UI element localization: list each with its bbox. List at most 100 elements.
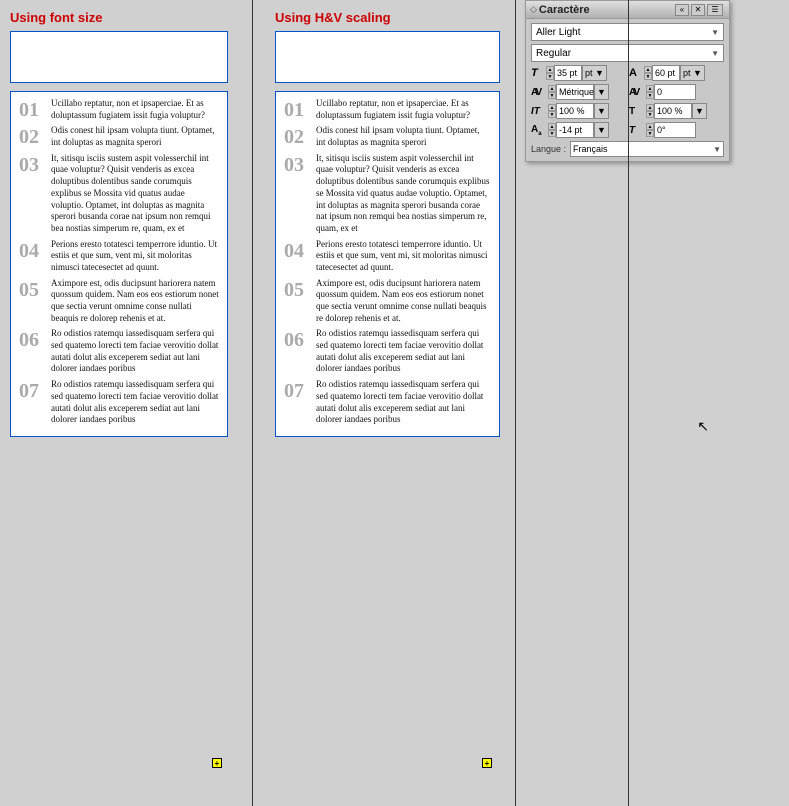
kerning-type-dropdown[interactable]: ▼ — [594, 84, 609, 100]
baseline-input[interactable]: -14 pt — [556, 122, 594, 138]
skew-icon: T — [629, 125, 645, 136]
separator — [240, 0, 265, 806]
h-scale-icon: IT — [531, 106, 547, 117]
kerning-type-down[interactable]: ▼ — [548, 92, 556, 99]
baseline-spinner[interactable]: ▲ ▼ — [548, 123, 556, 137]
kerning-value-up[interactable]: ▲ — [646, 85, 654, 92]
list-item: 06 Ro odistios ratemqu iassedisquam serf… — [284, 328, 491, 375]
kerning-value-field: AV ▲ ▼ 0 — [629, 84, 724, 100]
h-scale-dropdown[interactable]: ▼ — [594, 103, 609, 119]
v-scale-up[interactable]: ▲ — [646, 104, 654, 111]
cap-height-input[interactable]: 60 pt — [652, 65, 680, 81]
skew-spinner[interactable]: ▲ ▼ — [646, 123, 654, 137]
skew-down[interactable]: ▼ — [646, 130, 654, 137]
list-text: Aximpore est, odis ducipsunt hariorera n… — [316, 278, 491, 325]
h-scale-down[interactable]: ▼ — [548, 111, 556, 118]
kerning-type-up[interactable]: ▲ — [548, 85, 556, 92]
h-scale-input[interactable]: 100 % — [556, 103, 594, 119]
cap-height-field: A ▲ ▼ 60 pt pt ▼ — [629, 65, 724, 81]
language-arrow: ▼ — [713, 145, 721, 154]
kerning-value-down[interactable]: ▼ — [646, 92, 654, 99]
font-size-icon: T — [531, 67, 545, 79]
font-size-input[interactable]: 35 pt — [554, 65, 582, 81]
v-scale-down[interactable]: ▼ — [646, 111, 654, 118]
list-text: Odis conest hil ipsam volupta tiunt. Opt… — [51, 125, 219, 148]
left-numbered-list: 01 Ucillabo reptatur, non et ipsaperciae… — [10, 91, 228, 437]
list-text: Perions eresto totatesci temperrore idun… — [316, 239, 491, 274]
v-scale-icon: T — [629, 106, 645, 117]
h-scale-spinner[interactable]: ▲ ▼ — [548, 104, 556, 118]
list-number: 06 — [284, 330, 316, 350]
list-text: Ro odistios ratemqu iassedisquam serfera… — [316, 328, 491, 375]
cap-height-unit[interactable]: pt ▼ — [680, 65, 705, 81]
baseline-up[interactable]: ▲ — [548, 123, 556, 130]
kerning-value-spinner[interactable]: ▲ ▼ — [646, 85, 654, 99]
list-text: It, sitisqu isciis sustem aspit volesser… — [51, 153, 219, 235]
list-item: 01 Ucillabo reptatur, non et ipsaperciae… — [284, 98, 491, 121]
list-text: Ro odistios ratemqu iassedisquam serfera… — [51, 328, 219, 375]
cap-height-up[interactable]: ▲ — [644, 66, 652, 73]
list-text: Aximpore est, odis ducipsunt hariorera n… — [51, 278, 219, 325]
right-text-frame — [275, 31, 500, 83]
left-overflow-indicator: + — [212, 758, 222, 768]
kerning-type-input[interactable]: Métrique — [556, 84, 594, 100]
font-name-value: Aller Light — [536, 27, 580, 38]
language-dropdown[interactable]: Français ▼ — [570, 141, 724, 157]
language-label: Langue : — [531, 144, 566, 154]
baseline-unit[interactable]: ▼ — [594, 122, 609, 138]
font-size-up[interactable]: ▲ — [546, 66, 554, 73]
font-size-field: T ▲ ▼ 35 pt pt ▼ — [531, 65, 626, 81]
kerning-value-input[interactable]: 0 — [654, 84, 696, 100]
left-panel: Using font size 01 Ucillabo reptatur, no… — [0, 0, 240, 806]
baseline-field: Aa ▲ ▼ -14 pt ▼ — [531, 122, 626, 138]
list-text: Ro odistios ratemqu iassedisquam serfera… — [51, 379, 219, 426]
cap-height-down[interactable]: ▼ — [644, 73, 652, 80]
cap-height-spinner[interactable]: ▲ ▼ — [644, 66, 652, 80]
font-size-spinner[interactable]: ▲ ▼ — [546, 66, 554, 80]
caractere-title: Caractère — [539, 4, 590, 16]
skew-field: T ▲ ▼ 0° — [629, 122, 724, 138]
v-scale-input[interactable]: 100 % — [654, 103, 692, 119]
titlebar-buttons: « ✕ ☰ — [675, 4, 725, 16]
list-item: 07 Ro odistios ratemqu iassedisquam serf… — [19, 379, 219, 426]
menu-button[interactable]: ☰ — [707, 4, 723, 16]
list-number: 05 — [19, 280, 51, 300]
v-scale-dropdown[interactable]: ▼ — [692, 103, 707, 119]
far-right-vline — [628, 0, 629, 806]
kerning-icon: AV — [531, 87, 547, 98]
list-number: 06 — [19, 330, 51, 350]
list-number: 04 — [284, 241, 316, 261]
v-scale-spinner[interactable]: ▲ ▼ — [646, 104, 654, 118]
h-scale-field: IT ▲ ▼ 100 % ▼ — [531, 103, 626, 119]
left-panel-title: Using font size — [10, 10, 230, 25]
diamond-icon: ◇ — [530, 4, 537, 15]
list-number: 02 — [284, 127, 316, 147]
font-style-arrow: ▼ — [711, 49, 719, 58]
h-scale-up[interactable]: ▲ — [548, 104, 556, 111]
kerning-type-spinner[interactable]: ▲ ▼ — [548, 85, 556, 99]
list-number: 07 — [19, 381, 51, 401]
font-size-unit[interactable]: pt ▼ — [582, 65, 607, 81]
right-overflow-indicator: + — [482, 758, 492, 768]
font-size-down[interactable]: ▼ — [546, 73, 554, 80]
list-text: Ucillabo reptatur, non et ipsaperciae. E… — [51, 98, 219, 121]
main-area: Using font size 01 Ucillabo reptatur, no… — [0, 0, 789, 806]
cap-height-icon: A — [629, 67, 643, 79]
list-item: 04 Perions eresto totatesci temperrore i… — [19, 239, 219, 274]
list-item: 07 Ro odistios ratemqu iassedisquam serf… — [284, 379, 491, 426]
skew-input[interactable]: 0° — [654, 122, 696, 138]
close-button[interactable]: ✕ — [691, 4, 705, 16]
cursor-icon: ↖ — [697, 418, 709, 435]
list-number: 02 — [19, 127, 51, 147]
baseline-icon: Aa — [531, 124, 547, 137]
list-item: 03 It, sitisqu isciis sustem aspit voles… — [19, 153, 219, 235]
list-number: 03 — [19, 155, 51, 175]
baseline-down[interactable]: ▼ — [548, 130, 556, 137]
list-text: Ucillabo reptatur, non et ipsaperciae. E… — [316, 98, 491, 121]
list-text: Ro odistios ratemqu iassedisquam serfera… — [316, 379, 491, 426]
font-name-arrow: ▼ — [711, 28, 719, 37]
collapse-button[interactable]: « — [675, 4, 689, 16]
kerning-value-icon: AV — [629, 87, 645, 98]
skew-up[interactable]: ▲ — [646, 123, 654, 130]
language-value: Français — [573, 144, 608, 154]
